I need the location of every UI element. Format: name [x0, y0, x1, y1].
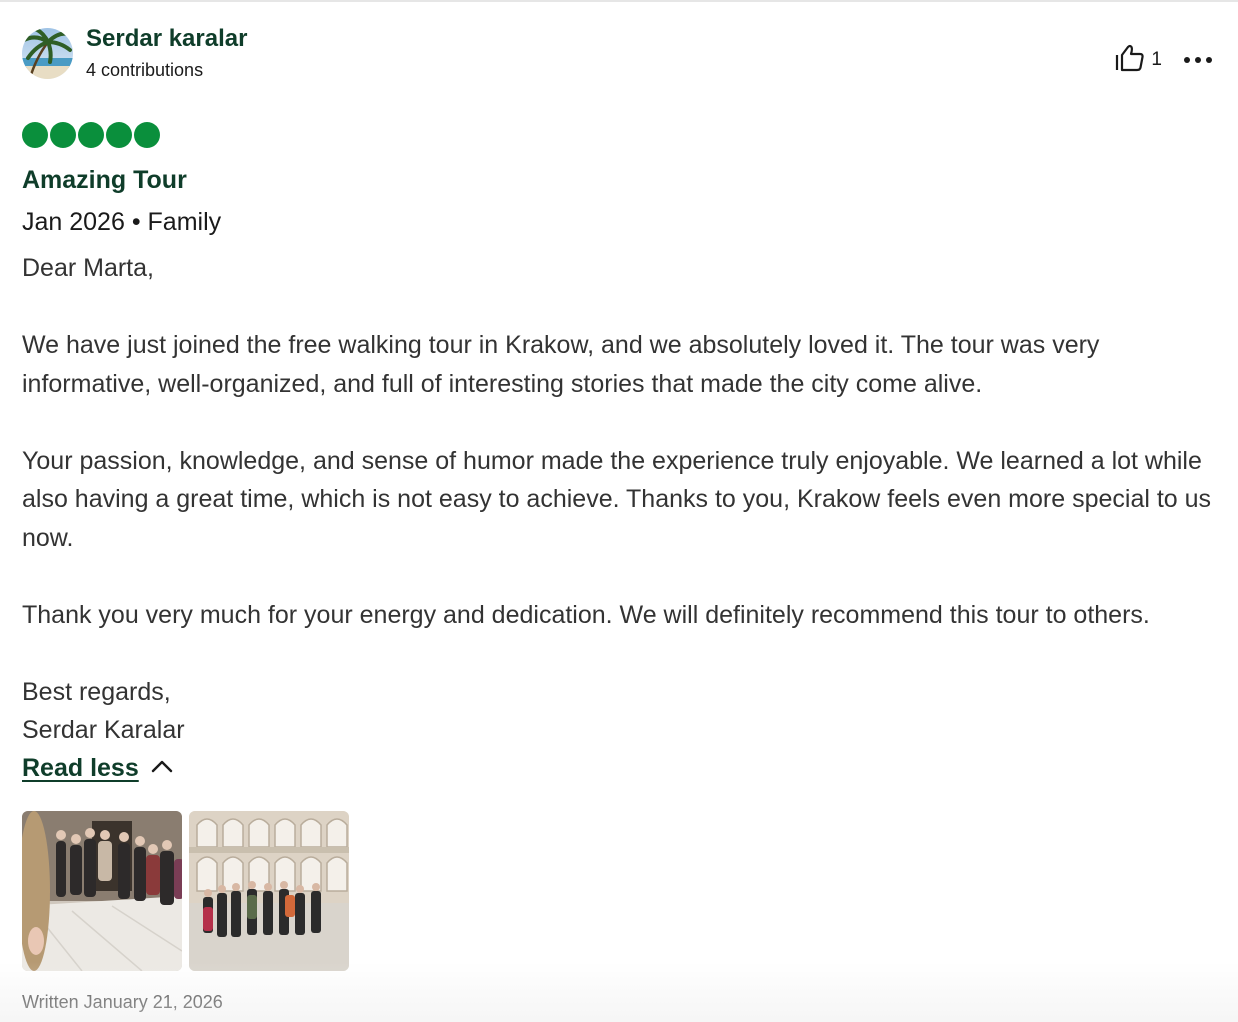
- written-date: Written January 21, 2026: [22, 991, 223, 1012]
- author-info: Serdar karalar 4 contributions: [86, 24, 247, 82]
- read-less-button[interactable]: Read less: [22, 750, 173, 788]
- review-meta: Jan 2026 • Family: [22, 208, 222, 236]
- rating-bubble-icon: [78, 122, 104, 148]
- thumbs-up-icon: [1115, 44, 1145, 77]
- review-photo-group-indoor[interactable]: [22, 810, 182, 971]
- helpful-vote-button[interactable]: 1: [1115, 44, 1162, 77]
- ellipsis-icon-dot: [1206, 57, 1212, 63]
- helpful-count: 1: [1151, 49, 1162, 70]
- rating-bubbles: [22, 122, 1212, 148]
- author-name[interactable]: Serdar karalar: [86, 24, 247, 54]
- rating-bubble-icon: [134, 122, 160, 148]
- review-card: Serdar karalar 4 contributions 1 Amazing…: [22, 24, 1212, 1013]
- top-divider: [0, 0, 1238, 2]
- more-options-button[interactable]: [1184, 48, 1212, 72]
- chevron-up-icon: [139, 759, 173, 778]
- rating-bubble-icon: [50, 122, 76, 148]
- review-actions: 1: [1115, 42, 1212, 78]
- rating-bubble-icon: [106, 122, 132, 148]
- rating-bubble-icon: [22, 122, 48, 148]
- ellipsis-icon-dot: [1184, 57, 1190, 63]
- review-photo-group-courtyard[interactable]: [189, 810, 349, 971]
- review-body: Dear Marta, We have just joined the free…: [22, 254, 1212, 744]
- read-less-label: Read less: [22, 754, 139, 782]
- review-photos: [22, 810, 1212, 971]
- review-header: Serdar karalar 4 contributions 1: [22, 24, 1212, 84]
- avatar[interactable]: [22, 28, 73, 79]
- ellipsis-icon-dot: [1195, 57, 1201, 63]
- author-contributions: 4 contributions: [86, 60, 204, 80]
- review-title[interactable]: Amazing Tour: [22, 164, 1212, 196]
